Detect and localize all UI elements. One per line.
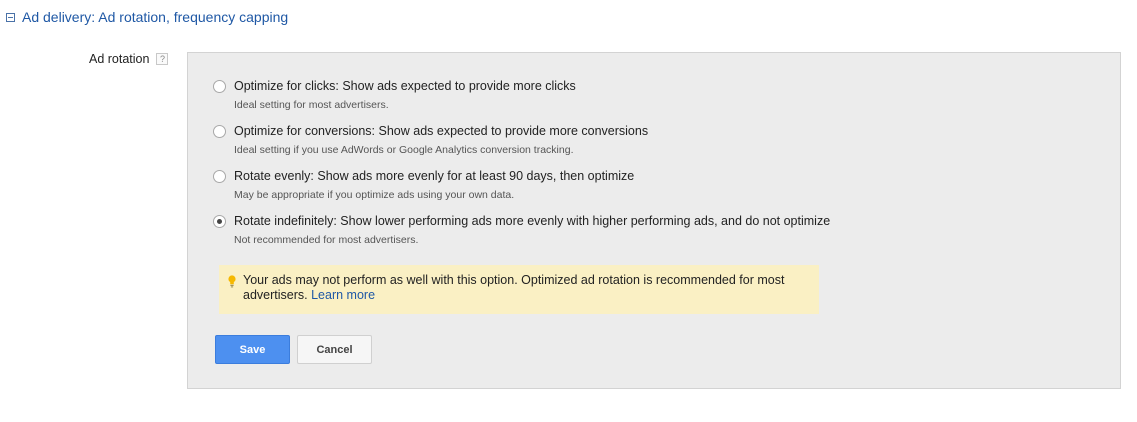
option-description: Not recommended for most advertisers. (234, 234, 419, 246)
learn-more-link[interactable]: Learn more (311, 288, 375, 302)
help-icon[interactable]: ? (156, 53, 169, 65)
option-optimize-conversions: Optimize for conversions: Show ads expec… (213, 124, 648, 156)
section-header[interactable]: Ad delivery: Ad rotation, frequency capp… (6, 9, 288, 25)
option-rotate-indefinitely: Rotate indefinitely: Show lower performi… (213, 214, 830, 246)
option-description: Ideal setting if you use AdWords or Goog… (234, 144, 574, 156)
radio-row[interactable]: Rotate indefinitely: Show lower performi… (213, 214, 830, 228)
option-label[interactable]: Rotate evenly: Show ads more evenly for … (234, 169, 634, 183)
cancel-button[interactable]: Cancel (297, 335, 372, 364)
ad-rotation-panel: Optimize for clicks: Show ads expected t… (187, 52, 1121, 389)
warning-box: Your ads may not perform as well with th… (219, 265, 819, 314)
option-label[interactable]: Rotate indefinitely: Show lower performi… (234, 214, 830, 228)
save-button[interactable]: Save (215, 335, 290, 364)
radio-row[interactable]: Rotate evenly: Show ads more evenly for … (213, 169, 634, 183)
radio-button[interactable] (213, 79, 226, 93)
radio-button[interactable] (213, 169, 226, 183)
lightbulb-icon (228, 275, 236, 288)
radio-row[interactable]: Optimize for clicks: Show ads expected t… (213, 79, 576, 93)
radio-row[interactable]: Optimize for conversions: Show ads expec… (213, 124, 648, 138)
radio-button[interactable] (213, 124, 226, 138)
ad-rotation-field: Ad rotation ? (89, 52, 169, 66)
field-label: Ad rotation (89, 52, 150, 66)
option-label[interactable]: Optimize for clicks: Show ads expected t… (234, 79, 576, 93)
option-label[interactable]: Optimize for conversions: Show ads expec… (234, 124, 648, 138)
option-description: Ideal setting for most advertisers. (234, 99, 389, 111)
option-rotate-evenly: Rotate evenly: Show ads more evenly for … (213, 169, 634, 201)
section-title[interactable]: Ad delivery: Ad rotation, frequency capp… (22, 9, 288, 25)
option-optimize-clicks: Optimize for clicks: Show ads expected t… (213, 79, 576, 111)
radio-button-selected[interactable] (213, 214, 226, 228)
option-description: May be appropriate if you optimize ads u… (234, 189, 515, 201)
collapse-icon[interactable] (6, 12, 15, 22)
ad-delivery-settings: Ad delivery: Ad rotation, frequency capp… (0, 0, 1137, 422)
